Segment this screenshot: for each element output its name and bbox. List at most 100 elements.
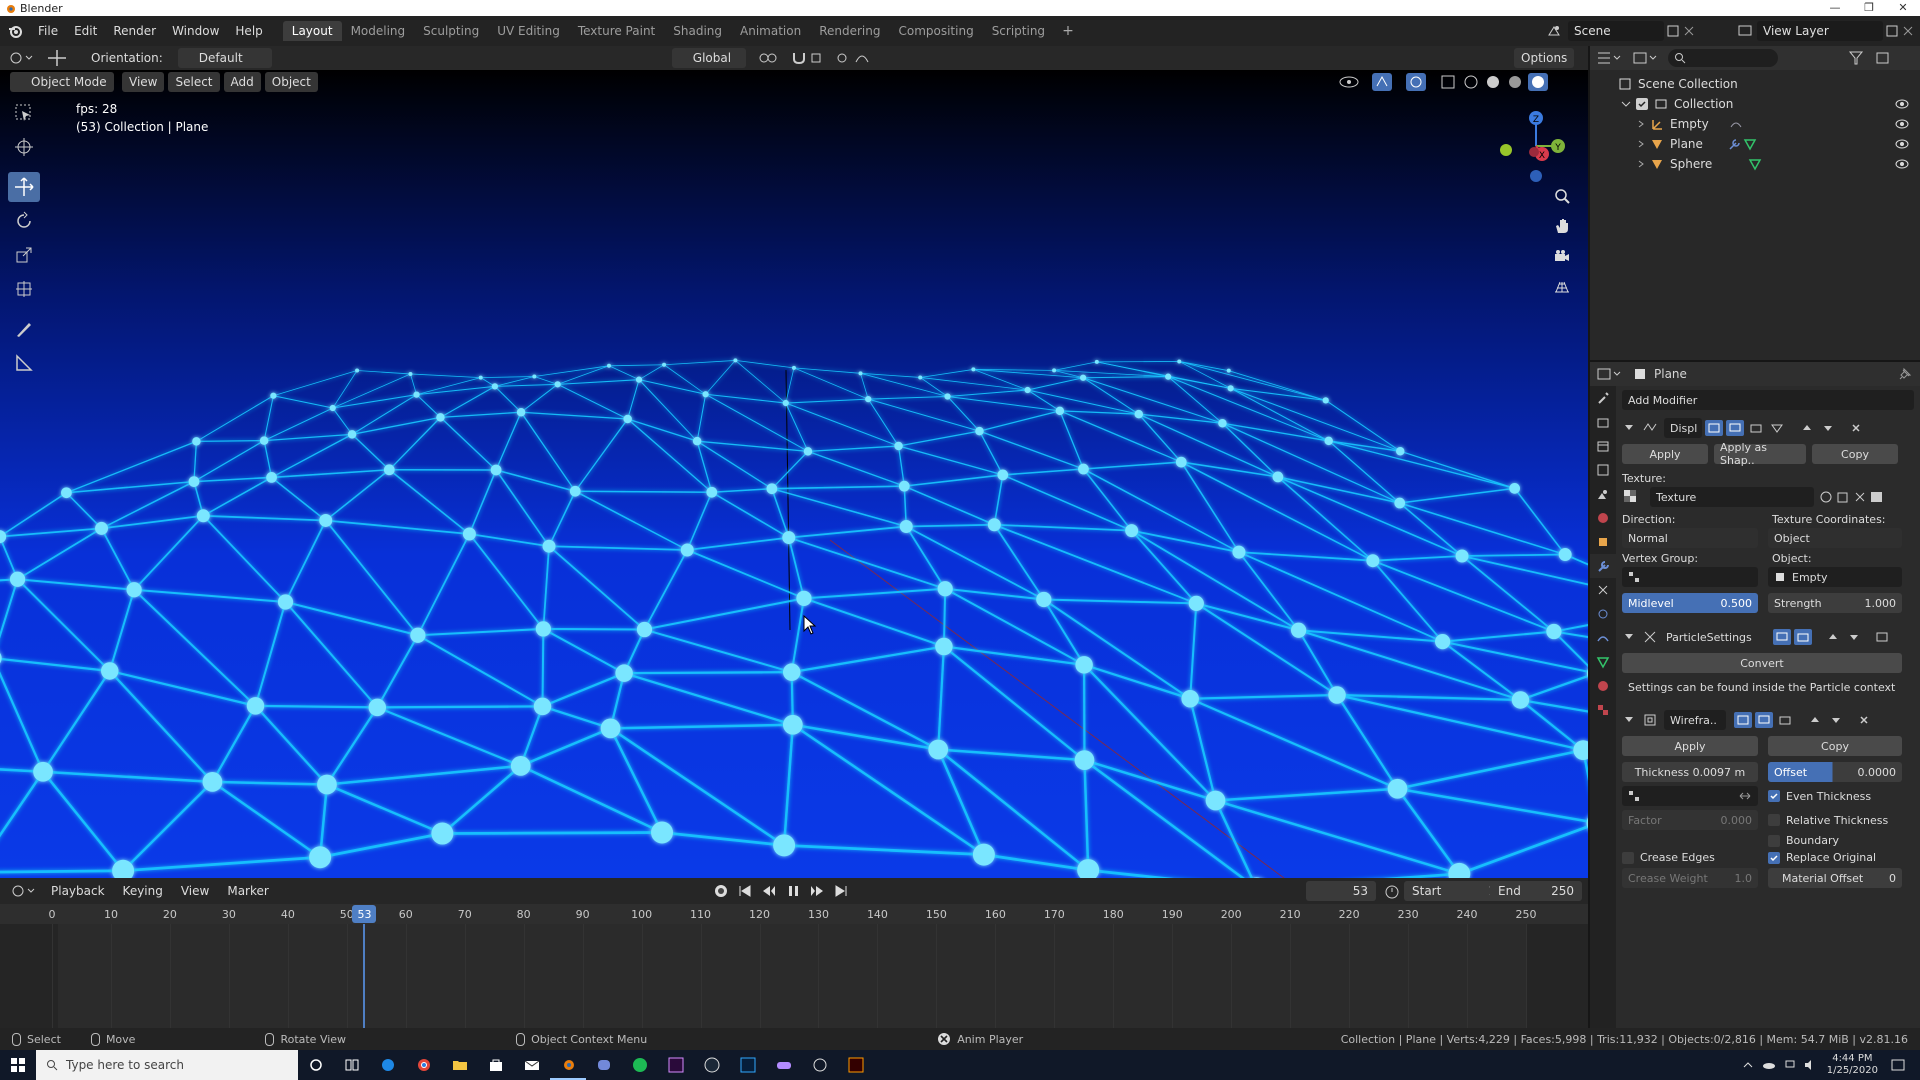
frame-end-field[interactable]: End 250	[1490, 881, 1582, 901]
collapse-arrow-icon[interactable]	[1622, 713, 1636, 727]
options-dropdown[interactable]: Options	[1514, 48, 1575, 68]
expand-arrow-icon[interactable]	[1636, 119, 1646, 129]
collapse-arrow-icon[interactable]	[1622, 630, 1636, 644]
tab-uv-editing[interactable]: UV Editing	[488, 21, 569, 41]
new-collection-icon[interactable]	[1874, 50, 1892, 66]
tab-particles[interactable]	[1590, 578, 1616, 602]
particle-move-down-button[interactable]	[1845, 629, 1863, 645]
tray-expand-icon[interactable]	[1741, 1058, 1755, 1072]
next-keyframe-icon[interactable]	[808, 882, 826, 900]
shading-wireframe-icon[interactable]	[1462, 72, 1480, 92]
eye-icon[interactable]	[1894, 118, 1910, 130]
tab-view-layer[interactable]	[1590, 458, 1616, 482]
3d-viewport[interactable]: Orientation: Default Global Options Obje…	[0, 46, 1588, 878]
cursor-tool[interactable]	[8, 132, 40, 162]
expand-arrow-icon[interactable]	[1636, 159, 1646, 169]
wire-move-up-button[interactable]	[1806, 712, 1824, 728]
taskbar-store[interactable]	[478, 1050, 514, 1080]
eye-icon[interactable]	[1894, 98, 1910, 110]
taskbar-unity[interactable]	[802, 1050, 838, 1080]
texture-browse-icon[interactable]	[1868, 489, 1886, 505]
pause-icon[interactable]	[784, 882, 802, 900]
viewport-render[interactable]	[0, 70, 1588, 878]
displace-copy-button[interactable]: Copy	[1812, 444, 1898, 464]
wireframe-copy-button[interactable]: Copy	[1768, 736, 1902, 756]
even-thickness-checkbox[interactable]	[1768, 790, 1780, 802]
tab-output[interactable]	[1590, 434, 1616, 458]
taskbar-edge[interactable]	[370, 1050, 406, 1080]
taskbar-discord[interactable]	[586, 1050, 622, 1080]
pivot-icon[interactable]	[756, 50, 782, 66]
menu-timeline-view[interactable]: View	[174, 881, 216, 901]
tab-texture-paint[interactable]: Texture Paint	[569, 21, 664, 41]
menu-help[interactable]: Help	[227, 24, 270, 38]
current-frame-field[interactable]: 53	[1306, 881, 1376, 901]
relative-thickness-checkbox[interactable]	[1768, 814, 1780, 826]
tab-tool[interactable]	[1590, 386, 1616, 410]
outliner-row-sphere[interactable]: Sphere	[1590, 154, 1920, 174]
view-layer-field[interactable]: View Layer	[1757, 21, 1883, 41]
boundary-checkbox[interactable]	[1768, 834, 1780, 847]
vertex-group-field[interactable]	[1622, 567, 1758, 587]
menu-playback[interactable]: Playback	[44, 881, 112, 901]
outliner-row-empty[interactable]: Empty	[1590, 114, 1920, 134]
add-workspace-button[interactable]: +	[1054, 23, 1082, 39]
midlevel-slider[interactable]: Midlevel 0.500	[1622, 593, 1758, 613]
frame-start-field[interactable]: Start1	[1404, 881, 1504, 901]
invert-arrows-icon[interactable]	[1738, 790, 1752, 802]
displace-apply-shape-button[interactable]: Apply as Shap..	[1714, 441, 1806, 467]
taskbar-illustrator[interactable]	[838, 1050, 874, 1080]
menu-object[interactable]: Object	[264, 72, 318, 92]
tab-modeling[interactable]: Modeling	[342, 21, 415, 41]
close-button[interactable]: ✕	[1886, 0, 1920, 16]
menu-file[interactable]: File	[30, 24, 66, 38]
remove-modifier-button[interactable]	[1847, 420, 1865, 436]
timeline-editor-type-icon[interactable]	[10, 883, 38, 899]
object-field[interactable]: Empty	[1768, 567, 1902, 587]
wire-realtime-toggle[interactable]	[1755, 712, 1773, 728]
record-button[interactable]	[712, 882, 730, 900]
tab-scene[interactable]	[1590, 482, 1616, 506]
snap-icon[interactable]	[790, 50, 826, 66]
wire-vertex-group-field[interactable]	[1622, 786, 1758, 806]
texture-selector[interactable]: Texture	[1650, 487, 1814, 507]
move-up-button[interactable]	[1798, 420, 1816, 436]
tab-shading[interactable]: Shading	[664, 21, 731, 41]
taskbar-steam[interactable]	[694, 1050, 730, 1080]
fake-user-icon[interactable]	[1818, 489, 1834, 505]
tab-sculpting[interactable]: Sculpting	[414, 21, 488, 41]
displace-name-field[interactable]: Displ	[1664, 418, 1702, 438]
tab-animation[interactable]: Animation	[731, 21, 810, 41]
timeline-ruler[interactable]: 0 10 20 30 40 50 60 70 80 90 100 110 120 130 140 150 160…	[0, 904, 1588, 924]
menu-select[interactable]: Select	[168, 72, 220, 92]
tab-data[interactable]	[1590, 650, 1616, 674]
proportional-edit-icon[interactable]	[834, 50, 874, 66]
clock[interactable]: 4:44 PM 1/25/2020	[1827, 1053, 1878, 1077]
network-icon[interactable]	[1783, 1058, 1797, 1072]
menu-add[interactable]: Add	[223, 72, 261, 92]
taskbar-mail[interactable]	[514, 1050, 550, 1080]
factor-field[interactable]: Factor 0.000	[1622, 810, 1758, 830]
move-down-button[interactable]	[1819, 420, 1837, 436]
shading-solid-icon[interactable]	[1484, 72, 1502, 92]
gizmo-toggle-icon[interactable]	[1370, 72, 1400, 92]
pin-icon[interactable]	[1898, 367, 1912, 381]
tab-modifiers[interactable]	[1590, 554, 1616, 578]
crease-edges-checkbox[interactable]	[1622, 851, 1634, 864]
menu-render[interactable]: Render	[105, 24, 164, 38]
wireframe-apply-button[interactable]: Apply	[1622, 736, 1758, 756]
outliner-row-collection[interactable]: Collection	[1590, 94, 1920, 114]
scene-icon[interactable]	[1546, 23, 1568, 39]
replace-original-checkbox[interactable]	[1768, 851, 1780, 864]
collection-exclude-checkbox[interactable]	[1636, 98, 1648, 110]
particle-move-up-button[interactable]	[1824, 629, 1842, 645]
move-tool[interactable]	[8, 172, 40, 202]
tab-material[interactable]	[1590, 674, 1616, 698]
eye-icon[interactable]	[1894, 158, 1910, 170]
tab-compositing[interactable]: Compositing	[889, 21, 982, 41]
thickness-field[interactable]: Thickness 0.0097 m	[1622, 762, 1758, 782]
tab-physics[interactable]	[1590, 602, 1616, 626]
remove-scene-icon[interactable]	[1682, 23, 1696, 39]
cancel-circle-icon[interactable]	[937, 1032, 951, 1046]
measure-tool[interactable]	[8, 348, 40, 378]
